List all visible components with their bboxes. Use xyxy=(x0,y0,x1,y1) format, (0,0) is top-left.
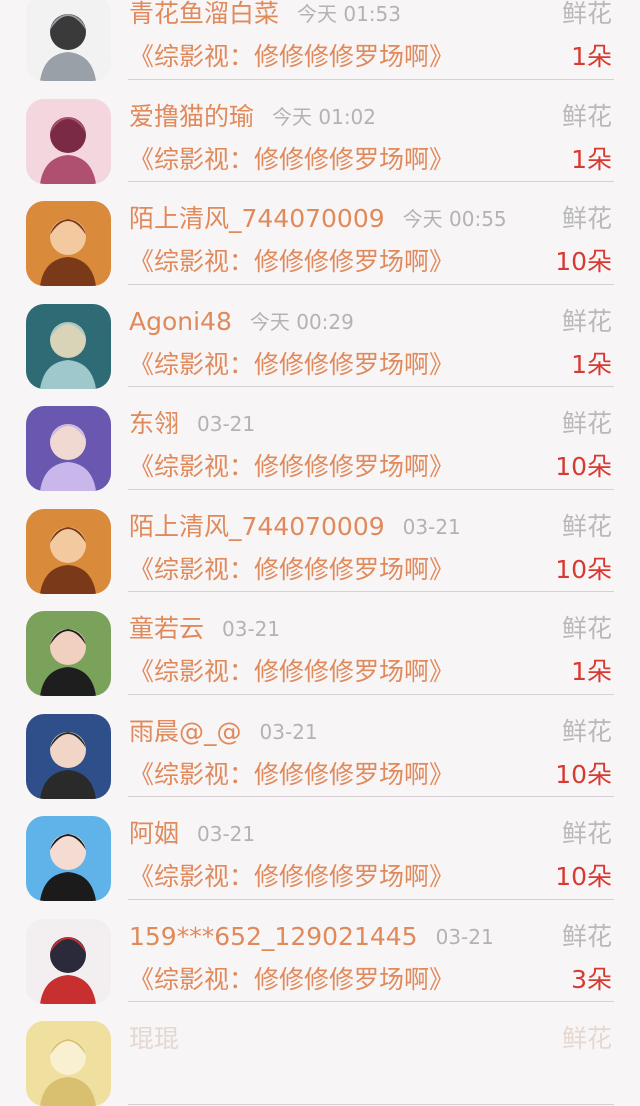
user-name-text: 陌上清风_744070009 xyxy=(129,511,385,541)
gift-count: 10朵 xyxy=(555,759,612,789)
timestamp: 03-21 xyxy=(222,617,281,641)
avatar[interactable] xyxy=(26,508,111,594)
gift-count: 10朵 xyxy=(555,247,612,276)
user-name-text: 童若云 xyxy=(129,614,205,643)
timestamp: 03-21 xyxy=(435,924,494,949)
timestamp: 今天 00:29 xyxy=(249,309,354,334)
avatar[interactable] xyxy=(26,0,111,81)
list-item[interactable]: 阿姻 03-21 鲜花 《综影视：修修修修罗场啊》 10朵 xyxy=(0,797,640,901)
gift-type: 鲜花 xyxy=(561,409,612,438)
book-title: 《综影视：修修修修罗场啊》 xyxy=(129,144,455,174)
avatar-cartoon-boy-orange-icon xyxy=(26,508,111,594)
list-item[interactable]: 爱撸猫的瑜 今天 01:02 鲜花 《综影视：修修修修罗场啊》 1朵 xyxy=(0,80,640,184)
timestamp: 03-21 xyxy=(259,719,318,744)
avatar-yellow-icon xyxy=(26,1021,111,1106)
list-item[interactable]: 陌上清风_744070009 03-21 鲜花 《综影视：修修修修罗场啊》 10朵 xyxy=(0,490,640,594)
avatar-young-man-photo-icon xyxy=(26,713,111,799)
list-item[interactable]: 童若云 03-21 鲜花 《综影视：修修修修罗场啊》 1朵 xyxy=(0,592,640,696)
gift-type: 鲜花 xyxy=(561,511,612,541)
timestamp: 03-21 xyxy=(402,514,461,539)
gift-type: 鲜花 xyxy=(561,101,612,131)
book-title: 《综影视：修修修修罗场啊》 xyxy=(129,759,455,789)
user-name: 青花鱼溜白菜 今天 01:53 xyxy=(129,0,401,29)
divider xyxy=(128,1103,614,1105)
user-name-text: 青花鱼溜白菜 xyxy=(129,0,280,28)
user-name-text: 东翎 xyxy=(129,409,180,438)
gift-count: 1朵 xyxy=(571,144,612,174)
avatar[interactable] xyxy=(26,611,111,696)
book-title: 《综影视：修修修修罗场啊》 xyxy=(129,554,455,584)
timestamp: 03-21 xyxy=(197,412,256,436)
flower-gift-list: 青花鱼溜白菜 今天 01:53 鲜花 《综影视：修修修修罗场啊》 1朵 爱撸猫的瑜… xyxy=(0,0,640,1106)
user-name: 童若云 03-21 xyxy=(129,614,280,644)
user-name: 东翎 03-21 xyxy=(129,409,255,439)
user-name-text: 雨晨@_@ xyxy=(129,716,242,746)
avatar[interactable] xyxy=(26,1021,111,1106)
list-item[interactable]: 琨琨 鲜花 xyxy=(0,1002,640,1106)
user-name: Agoni48 今天 00:29 xyxy=(129,307,354,337)
book-title: 《综影视：修修修修罗场啊》 xyxy=(129,452,455,481)
avatar[interactable] xyxy=(26,98,111,184)
avatar-costume-girl-icon xyxy=(26,816,111,901)
avatar[interactable] xyxy=(26,201,111,286)
gift-count: 10朵 xyxy=(555,452,612,481)
timestamp: 今天 01:02 xyxy=(272,104,377,129)
user-name-text: 爱撸猫的瑜 xyxy=(129,101,255,131)
list-item[interactable]: 陌上清风_744070009 今天 00:55 鲜花 《综影视：修修修修罗场啊》 … xyxy=(0,182,640,286)
gift-type: 鲜花 xyxy=(561,716,612,746)
user-name: 陌上清风_744070009 03-21 xyxy=(129,512,461,542)
timestamp: 今天 01:53 xyxy=(297,2,402,26)
user-name: 爱撸猫的瑜 今天 01:02 xyxy=(129,102,376,132)
user-name: 琨琨 xyxy=(129,1024,197,1054)
gift-type: 鲜花 xyxy=(561,921,612,951)
user-name-text: Agoni48 xyxy=(129,306,232,336)
user-name: 陌上清风_744070009 今天 00:55 xyxy=(129,204,507,234)
user-name: 雨晨@_@ 03-21 xyxy=(129,717,318,747)
list-item[interactable]: Agoni48 今天 00:29 鲜花 《综影视：修修修修罗场啊》 1朵 xyxy=(0,285,640,389)
gift-count: 1朵 xyxy=(571,349,612,379)
avatar-old-man-cartoon-icon xyxy=(26,0,111,81)
gift-type: 鲜花 xyxy=(561,0,612,28)
avatar-cartoon-boy-orange-icon xyxy=(26,201,111,286)
avatar-rings-teal-icon xyxy=(26,303,111,389)
book-title: 《综影视：修修修修罗场啊》 xyxy=(129,862,455,891)
list-item[interactable]: 159***652_129021445 03-21 鲜花 《综影视：修修修修罗场啊… xyxy=(0,900,640,1004)
gift-type: 鲜花 xyxy=(561,204,612,233)
user-name-text: 159***652_129021445 xyxy=(129,921,418,951)
avatar-hanfu-girl-red-icon xyxy=(26,918,111,1004)
avatar-purple-hair-girl-icon xyxy=(26,406,111,491)
gift-type: 鲜花 xyxy=(561,614,612,643)
avatar-anime-girl-pink-icon xyxy=(26,98,111,184)
gift-count: 10朵 xyxy=(555,554,612,584)
user-name: 159***652_129021445 03-21 xyxy=(129,922,494,952)
user-name: 阿姻 03-21 xyxy=(129,819,255,849)
list-item[interactable]: 青花鱼溜白菜 今天 01:53 鲜花 《综影视：修修修修罗场啊》 1朵 xyxy=(0,0,640,81)
gift-count: 10朵 xyxy=(555,862,612,891)
avatar-woman-photo-icon xyxy=(26,611,111,696)
gift-type: 鲜花 xyxy=(561,819,612,848)
gift-count: 1朵 xyxy=(571,42,612,71)
avatar[interactable] xyxy=(26,406,111,491)
avatar[interactable] xyxy=(26,816,111,901)
book-title: 《综影视：修修修修罗场啊》 xyxy=(129,247,455,276)
avatar[interactable] xyxy=(26,303,111,389)
avatar[interactable] xyxy=(26,918,111,1004)
book-title: 《综影视：修修修修罗场啊》 xyxy=(129,42,455,71)
gift-type: 鲜花 xyxy=(561,1024,612,1053)
book-title: 《综影视：修修修修罗场啊》 xyxy=(129,964,455,994)
gift-type: 鲜花 xyxy=(561,306,612,336)
list-item[interactable]: 东翎 03-21 鲜花 《综影视：修修修修罗场啊》 10朵 xyxy=(0,387,640,491)
user-name-text: 阿姻 xyxy=(129,819,180,848)
timestamp: 03-21 xyxy=(197,822,256,846)
avatar[interactable] xyxy=(26,713,111,799)
timestamp: 今天 00:55 xyxy=(402,207,507,231)
list-item[interactable]: 雨晨@_@ 03-21 鲜花 《综影视：修修修修罗场啊》 10朵 xyxy=(0,695,640,799)
book-title: 《综影视：修修修修罗场啊》 xyxy=(129,349,455,379)
gift-count: 1朵 xyxy=(571,657,612,686)
gift-count: 3朵 xyxy=(571,964,612,994)
user-name-text: 琨琨 xyxy=(129,1024,180,1053)
book-title: 《综影视：修修修修罗场啊》 xyxy=(129,657,455,686)
user-name-text: 陌上清风_744070009 xyxy=(129,204,385,233)
